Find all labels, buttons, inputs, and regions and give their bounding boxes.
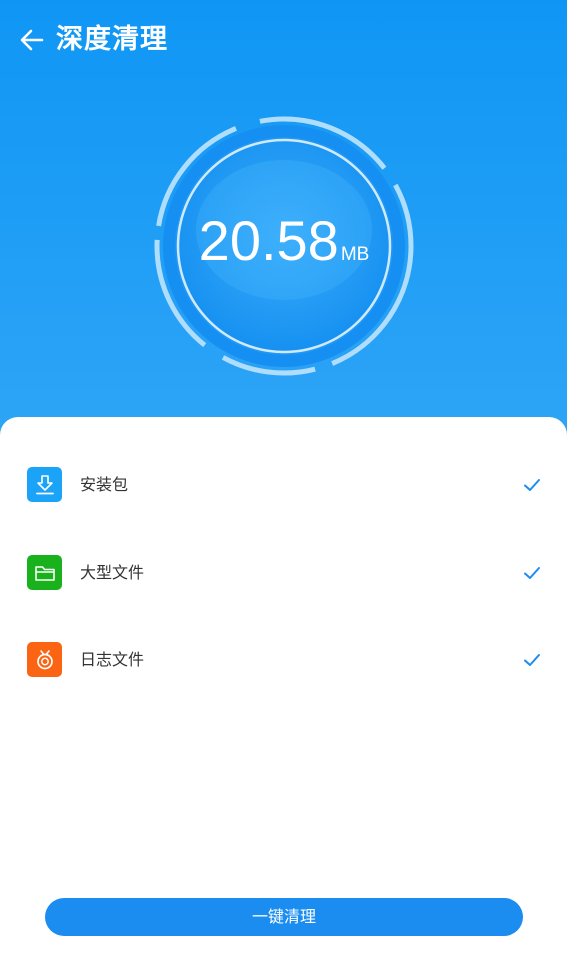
list-item-log-files[interactable]: 日志文件 — [0, 630, 567, 690]
page-title: 深度清理 — [56, 24, 168, 55]
log-icon — [27, 642, 62, 677]
arrow-left-icon — [20, 29, 44, 51]
list-item-install-packages[interactable]: 安装包 — [0, 455, 567, 515]
checkmark-icon[interactable] — [523, 564, 541, 582]
gauge-readout: 20.58 MB — [150, 208, 418, 273]
one-click-clean-button[interactable]: 一键清理 — [45, 898, 523, 936]
checkmark-icon[interactable] — [523, 651, 541, 669]
checkmark-icon[interactable] — [523, 476, 541, 494]
item-label: 日志文件 — [80, 650, 145, 669]
gauge-value: 20.58 — [198, 209, 339, 272]
screen: 深度清理 20.58 MB 安装包 大型文件 日志文件 一键清理 — [0, 0, 567, 975]
gauge-unit: MB — [340, 244, 370, 265]
list-item-large-files[interactable]: 大型文件 — [0, 543, 567, 603]
clean-items-panel: 安装包 大型文件 日志文件 — [0, 417, 567, 975]
storage-gauge: 20.58 MB — [150, 112, 418, 380]
item-label: 安装包 — [80, 475, 129, 494]
item-label: 大型文件 — [80, 563, 145, 582]
download-icon — [27, 467, 62, 502]
header: 深度清理 — [0, 0, 567, 80]
folder-icon — [27, 555, 62, 590]
back-button[interactable] — [14, 22, 50, 58]
